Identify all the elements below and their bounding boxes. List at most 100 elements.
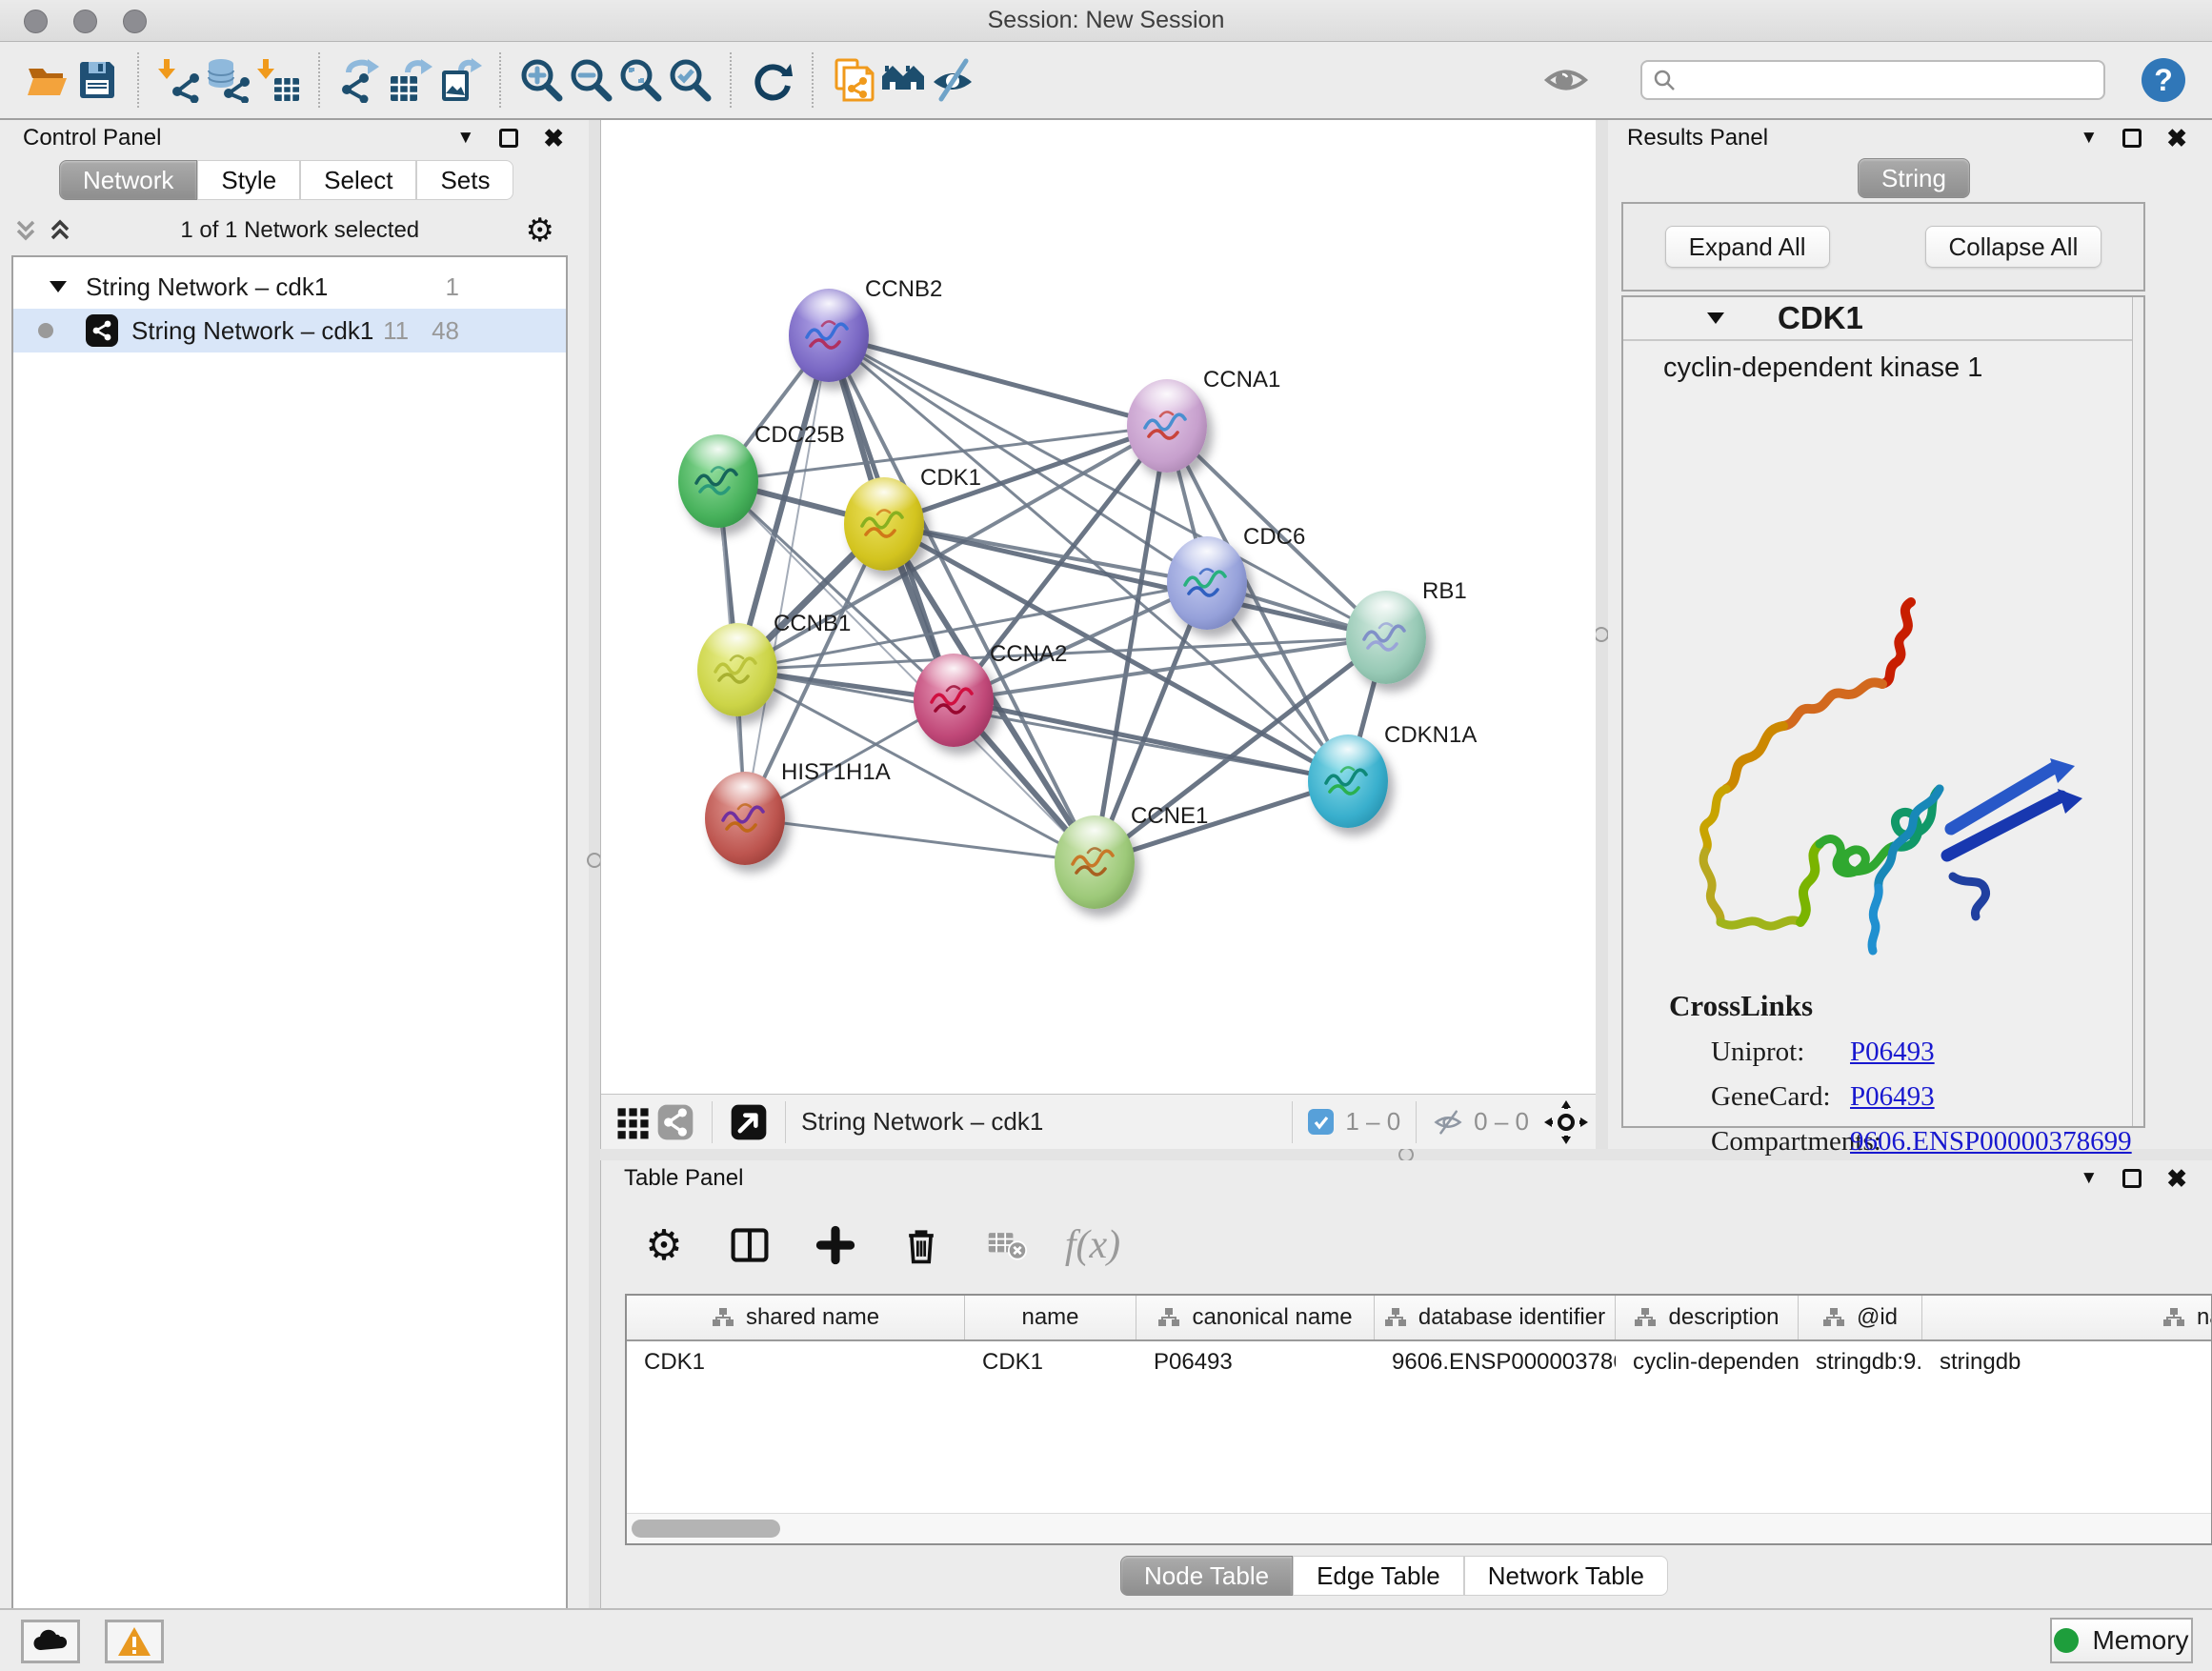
crosslink-link[interactable]: P06493 <box>1850 1081 1935 1113</box>
warnings-button[interactable] <box>105 1620 164 1663</box>
delete-column-button[interactable] <box>896 1220 946 1270</box>
crosslink-link[interactable]: 9606.ENSP00000378699 <box>1850 1126 2132 1158</box>
column-header-@id[interactable]: @id <box>1799 1296 1922 1339</box>
node-CDC25B[interactable] <box>678 434 758 528</box>
expand-all-chevron-icon[interactable] <box>46 216 74 245</box>
float-panel-icon[interactable]: ▼ <box>2080 1168 2098 1189</box>
show-columns-button[interactable] <box>725 1220 774 1270</box>
crosslink-label: GeneCard: <box>1711 1081 1850 1113</box>
close-panel-icon[interactable]: ✖ <box>2166 1164 2187 1194</box>
network-options-gear-icon[interactable]: ⚙ <box>526 211 554 250</box>
duplicate-network-button[interactable] <box>829 53 878 107</box>
tab-style[interactable]: Style <box>197 160 300 200</box>
scrollbar-thumb[interactable] <box>632 1520 780 1538</box>
cell-shared-name[interactable]: CDK1 <box>627 1349 965 1376</box>
cloud-status-button[interactable] <box>21 1620 80 1663</box>
node-CCNA2[interactable] <box>914 654 994 747</box>
maximize-panel-icon[interactable] <box>2122 129 2142 148</box>
tab-network-table[interactable]: Network Table <box>1464 1556 1668 1596</box>
search-input[interactable] <box>1677 67 2077 93</box>
node-CCNE1[interactable] <box>1055 815 1135 909</box>
collapse-all-chevron-icon[interactable] <box>11 216 40 245</box>
birds-eye-view-button[interactable] <box>728 1096 770 1149</box>
memory-button[interactable]: Memory <box>2050 1618 2193 1663</box>
zoom-out-button[interactable] <box>566 53 615 107</box>
save-session-button[interactable] <box>72 53 122 107</box>
node-CDK1[interactable] <box>844 477 924 571</box>
tab-node-table[interactable]: Node Table <box>1120 1556 1293 1596</box>
hide-selected-button[interactable] <box>928 53 977 107</box>
cell-canonical-name[interactable]: P06493 <box>1136 1349 1375 1376</box>
tab-select[interactable]: Select <box>300 160 416 200</box>
node-CCNB2[interactable] <box>789 289 869 382</box>
node-CCNA1[interactable] <box>1127 379 1207 473</box>
import-table-from-file-button[interactable] <box>253 53 303 107</box>
maximize-panel-icon[interactable] <box>499 129 518 148</box>
protein-ribbon-thumb-icon <box>710 646 765 694</box>
entry-collapse-triangle[interactable] <box>1707 312 1724 324</box>
expand-all-button[interactable]: Expand All <box>1665 226 1830 268</box>
search-box[interactable] <box>1640 60 2105 100</box>
node-CDC6[interactable] <box>1167 536 1247 630</box>
table-row[interactable]: CDK1CDK1P064939606.ENSP00000378699cyclin… <box>627 1341 2211 1383</box>
horizontal-scrollbar[interactable] <box>627 1513 2211 1543</box>
home-networks-button[interactable] <box>878 53 928 107</box>
function-builder-button-disabled[interactable]: f(x) <box>1068 1220 1117 1270</box>
import-network-from-database-button[interactable] <box>204 53 253 107</box>
tab-edge-table[interactable]: Edge Table <box>1293 1556 1464 1596</box>
column-header-shared-name[interactable]: shared name <box>627 1296 965 1339</box>
node-HIST1H1A[interactable] <box>705 772 785 865</box>
network-collection-row[interactable]: String Network – cdk1 1 <box>13 265 566 309</box>
column-header-namespace[interactable]: namespace <box>1922 1296 2212 1339</box>
right-splitter-handle[interactable] <box>1594 627 1609 642</box>
table-options-gear-icon[interactable]: ⚙ <box>639 1220 689 1270</box>
network-share-view-button[interactable] <box>654 1096 696 1149</box>
maximize-panel-icon[interactable] <box>2122 1169 2142 1188</box>
refresh-view-button[interactable] <box>747 53 796 107</box>
open-session-button[interactable] <box>23 53 72 107</box>
edge-HIST1H1A-CCNE1[interactable] <box>745 818 1095 862</box>
help-button[interactable]: ? <box>2142 58 2185 102</box>
close-panel-icon[interactable]: ✖ <box>543 124 564 153</box>
tab-network[interactable]: Network <box>59 160 197 200</box>
node-RB1[interactable] <box>1346 591 1426 684</box>
edge-CCNB2-HIST1H1A[interactable] <box>745 335 829 818</box>
node-CCNB1[interactable] <box>697 623 777 716</box>
float-panel-icon[interactable]: ▼ <box>456 128 474 149</box>
tab-sets[interactable]: Sets <box>416 160 513 200</box>
column-header-database-identifier[interactable]: database identifier <box>1375 1296 1616 1339</box>
delete-table-button-disabled[interactable] <box>982 1220 1032 1270</box>
grid-view-button[interactable] <box>613 1096 654 1149</box>
cell-namespace[interactable]: stringdb <box>1922 1349 2212 1376</box>
zoom-selected-button[interactable] <box>665 53 714 107</box>
cell-name[interactable]: CDK1 <box>965 1349 1136 1376</box>
close-panel-icon[interactable]: ✖ <box>2166 124 2187 153</box>
cell-@id[interactable]: stringdb:9... <box>1799 1349 1922 1376</box>
collapse-all-button[interactable]: Collapse All <box>1925 226 2102 268</box>
network-canvas[interactable]: CCNB2CCNA1CDC25BCDK1CDC6RB1CCNB1CCNA2CDK… <box>601 120 1596 1094</box>
selected-checkbox-icon[interactable] <box>1308 1109 1334 1135</box>
network-selection-summary: 1 of 1 Network selected <box>74 217 526 244</box>
export-network-button[interactable] <box>335 53 385 107</box>
node-CDKN1A[interactable] <box>1308 735 1388 828</box>
column-header-canonical-name[interactable]: canonical name <box>1136 1296 1375 1339</box>
zoom-fit-button[interactable] <box>615 53 665 107</box>
column-header-name[interactable]: name <box>965 1296 1136 1339</box>
crosslink-link[interactable]: P06493 <box>1850 1037 1935 1068</box>
network-row-selected[interactable]: String Network – cdk1 11 48 <box>13 309 566 352</box>
export-table-button[interactable] <box>385 53 434 107</box>
column-header-description[interactable]: description <box>1616 1296 1799 1339</box>
float-panel-icon[interactable]: ▼ <box>2080 128 2098 149</box>
tab-string[interactable]: String <box>1858 158 1970 198</box>
cell-database-identifier[interactable]: 9606.ENSP00000378699 <box>1375 1349 1616 1376</box>
collection-expand-triangle[interactable] <box>50 281 67 292</box>
export-image-button[interactable] <box>434 53 484 107</box>
create-column-button[interactable] <box>811 1220 860 1270</box>
import-network-from-file-button[interactable] <box>154 53 204 107</box>
zoom-in-button[interactable] <box>516 53 566 107</box>
pan-mode-button[interactable] <box>1542 1096 1590 1149</box>
protein-ribbon-thumb-icon <box>801 312 856 359</box>
show-all-button[interactable] <box>1541 53 1591 107</box>
gene-entry-header[interactable]: CDK1 <box>1623 297 2143 341</box>
cell-description[interactable]: cyclin-dependent ... <box>1616 1349 1799 1376</box>
